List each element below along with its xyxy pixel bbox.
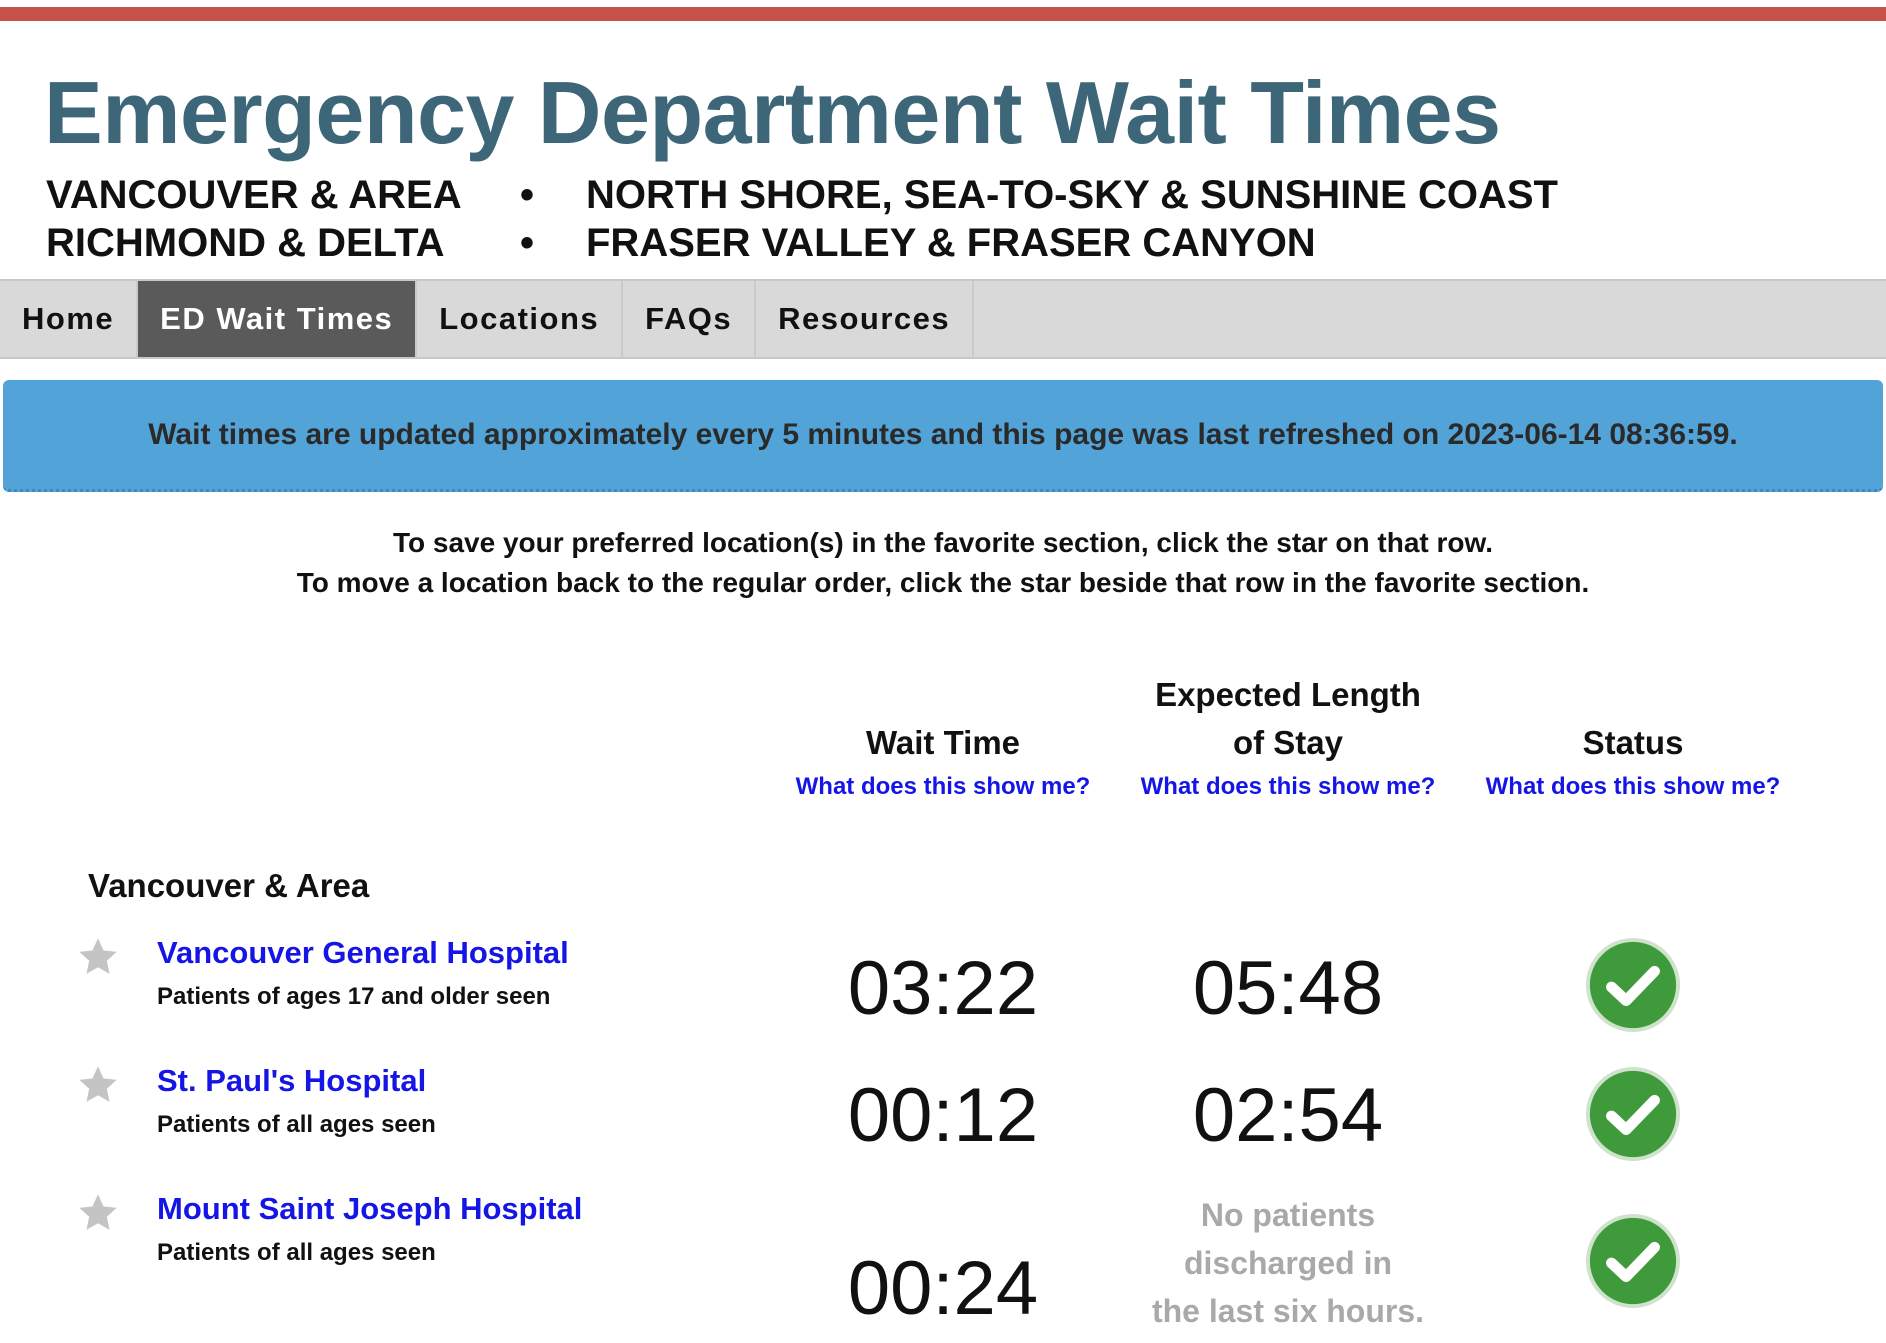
no-discharge-line: the last six hours. bbox=[1151, 1293, 1425, 1329]
wait-time-value: 03:22 bbox=[847, 946, 1039, 1031]
instruction-text: To save your preferred location(s) in th… bbox=[392, 527, 1494, 558]
region-bullet: • bbox=[520, 221, 535, 265]
nav-home[interactable]: Home bbox=[0, 281, 139, 357]
hospital-row: Mount Saint Joseph Hospital Patients of … bbox=[0, 1191, 1886, 1343]
region-label: FRASER VALLEY & FRASER CANYON bbox=[586, 221, 1316, 265]
stay-value: 05:48 bbox=[1192, 946, 1384, 1031]
nav-ed-wait-times[interactable]: ED Wait Times bbox=[138, 281, 418, 357]
hospital-row: Vancouver General Hospital Patients of a… bbox=[0, 935, 1886, 1055]
status-column-header: Status What does this show me? bbox=[1453, 719, 1813, 801]
star-icon[interactable] bbox=[76, 935, 120, 979]
region-label: RICHMOND & DELTA bbox=[46, 221, 445, 265]
stay-help-link[interactable]: What does this show me? bbox=[1108, 773, 1468, 801]
hospital-age-note: Patients of all ages seen bbox=[157, 1239, 436, 1266]
region-label: NORTH SHORE, SEA-TO-SKY & SUNSHINE COAST bbox=[586, 173, 1558, 217]
check-icon bbox=[1585, 1066, 1681, 1162]
stay-heading-line1: Expected Length bbox=[1155, 676, 1421, 713]
no-discharge-line: discharged in bbox=[1183, 1245, 1393, 1281]
stay-column-header: Expected Length of Stay What does this s… bbox=[1108, 671, 1468, 801]
check-icon bbox=[1585, 1213, 1681, 1309]
star-icon[interactable] bbox=[76, 1191, 120, 1235]
no-discharge-line: No patients bbox=[1200, 1197, 1376, 1233]
hospital-name-link[interactable]: Vancouver General Hospital bbox=[157, 935, 569, 971]
nav-locations[interactable]: Locations bbox=[417, 281, 624, 357]
hospital-name-link[interactable]: St. Paul's Hospital bbox=[157, 1063, 426, 1099]
top-accent-bar bbox=[0, 7, 1886, 21]
stay-value: 02:54 bbox=[1192, 1073, 1384, 1158]
wait-time-value: 00:12 bbox=[847, 1073, 1039, 1158]
hospital-name-link[interactable]: Mount Saint Joseph Hospital bbox=[157, 1191, 582, 1227]
star-icon[interactable] bbox=[76, 1063, 120, 1107]
wait-time-help-link[interactable]: What does this show me? bbox=[763, 773, 1123, 801]
stay-heading-line2: of Stay bbox=[1232, 724, 1344, 761]
region-label: VANCOUVER & AREA bbox=[46, 173, 462, 217]
wait-time-heading: Wait Time bbox=[865, 724, 1021, 761]
hospital-age-note: Patients of all ages seen bbox=[157, 1111, 436, 1138]
page-title: Emergency Department Wait Times bbox=[44, 63, 1501, 162]
hospital-age-note: Patients of ages 17 and older seen bbox=[157, 983, 551, 1010]
main-nav: Home ED Wait Times Locations FAQs Resour… bbox=[0, 279, 1886, 359]
region-bullet: • bbox=[520, 173, 535, 217]
instruction-text: To move a location back to the regular o… bbox=[296, 567, 1590, 598]
status-help-link[interactable]: What does this show me? bbox=[1453, 773, 1813, 801]
refresh-banner: Wait times are updated approximately eve… bbox=[3, 380, 1883, 492]
status-heading: Status bbox=[1582, 724, 1684, 761]
refresh-banner-text: Wait times are updated approximately eve… bbox=[148, 417, 1738, 451]
nav-resources[interactable]: Resources bbox=[756, 281, 975, 357]
nav-faqs[interactable]: FAQs bbox=[623, 281, 757, 357]
hospital-row: St. Paul's Hospital Patients of all ages… bbox=[0, 1063, 1886, 1183]
wait-time-column-header: Wait Time What does this show me? bbox=[763, 719, 1123, 801]
check-icon bbox=[1585, 937, 1681, 1033]
no-discharge-message: No patients discharged in the last six h… bbox=[1108, 1191, 1468, 1335]
wait-time-value: 00:24 bbox=[847, 1246, 1039, 1331]
section-title: Vancouver & Area bbox=[88, 867, 370, 904]
